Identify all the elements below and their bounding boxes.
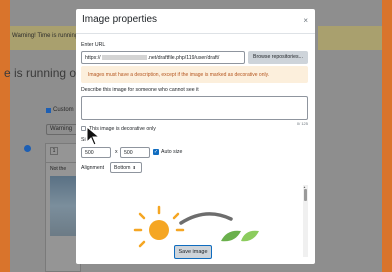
size-label: Si	[81, 137, 86, 143]
left-accent-strip	[0, 0, 10, 272]
warning-banner-right	[318, 26, 382, 50]
url-prefix: https://	[85, 55, 101, 61]
url-suffix: .net/draftfile.php/119/user/draft/	[147, 55, 220, 61]
description-alert: Images must have a description, except i…	[81, 66, 308, 83]
alignment-label: Alignment	[81, 165, 105, 171]
size-separator: x	[115, 149, 118, 155]
url-input[interactable]: https:// .net/draftfile.php/119/user/draf…	[81, 51, 245, 64]
browse-repositories-button[interactable]: Browse repositories...	[248, 51, 308, 64]
leaf-icon	[221, 230, 259, 242]
auto-size-checkbox[interactable]: ✓	[153, 149, 159, 155]
description-textarea[interactable]	[81, 96, 308, 120]
editor-toolbar-button: 1	[50, 147, 58, 155]
custom-label: Custom	[53, 107, 74, 113]
warning-button: Warning	[46, 124, 80, 135]
help-icon	[24, 145, 31, 152]
chevron-down-icon: ⬍	[132, 165, 136, 170]
height-input[interactable]: 500	[120, 147, 150, 158]
sun-icon	[133, 205, 185, 248]
width-input[interactable]: 500	[81, 147, 111, 158]
custom-checkbox	[46, 108, 51, 113]
warning-banner-text: Warning! Time is running	[12, 33, 79, 39]
editor-note: Not the	[50, 166, 67, 172]
mouse-cursor-icon	[86, 126, 101, 146]
scroll-up-icon[interactable]: ▲	[303, 185, 306, 189]
describe-label: Describe this image for someone who cann…	[81, 87, 199, 93]
url-redacted-part	[101, 55, 147, 61]
image-properties-dialog: Image properties × Enter URL https:// .ne…	[76, 9, 315, 264]
alert-text: Images must have a description, except i…	[88, 72, 270, 78]
editor-image-thumbnail	[50, 176, 78, 236]
preview-scroll-thumb[interactable]	[304, 189, 307, 201]
dialog-title: Image properties	[82, 14, 158, 25]
alignment-value: Bottom	[114, 165, 131, 171]
alignment-select[interactable]: Bottom ⬍	[110, 162, 142, 173]
auto-size-label: Auto size	[161, 149, 183, 155]
char-count: 0/ 125	[296, 121, 308, 126]
dialog-header: Image properties ×	[76, 9, 315, 34]
close-icon[interactable]: ×	[303, 16, 308, 25]
right-accent-strip	[382, 0, 392, 272]
background-heading: e is running ou	[4, 66, 83, 80]
enter-url-label: Enter URL	[81, 42, 106, 48]
save-image-button[interactable]: Save image	[174, 245, 212, 259]
cloud-arc	[179, 212, 233, 225]
